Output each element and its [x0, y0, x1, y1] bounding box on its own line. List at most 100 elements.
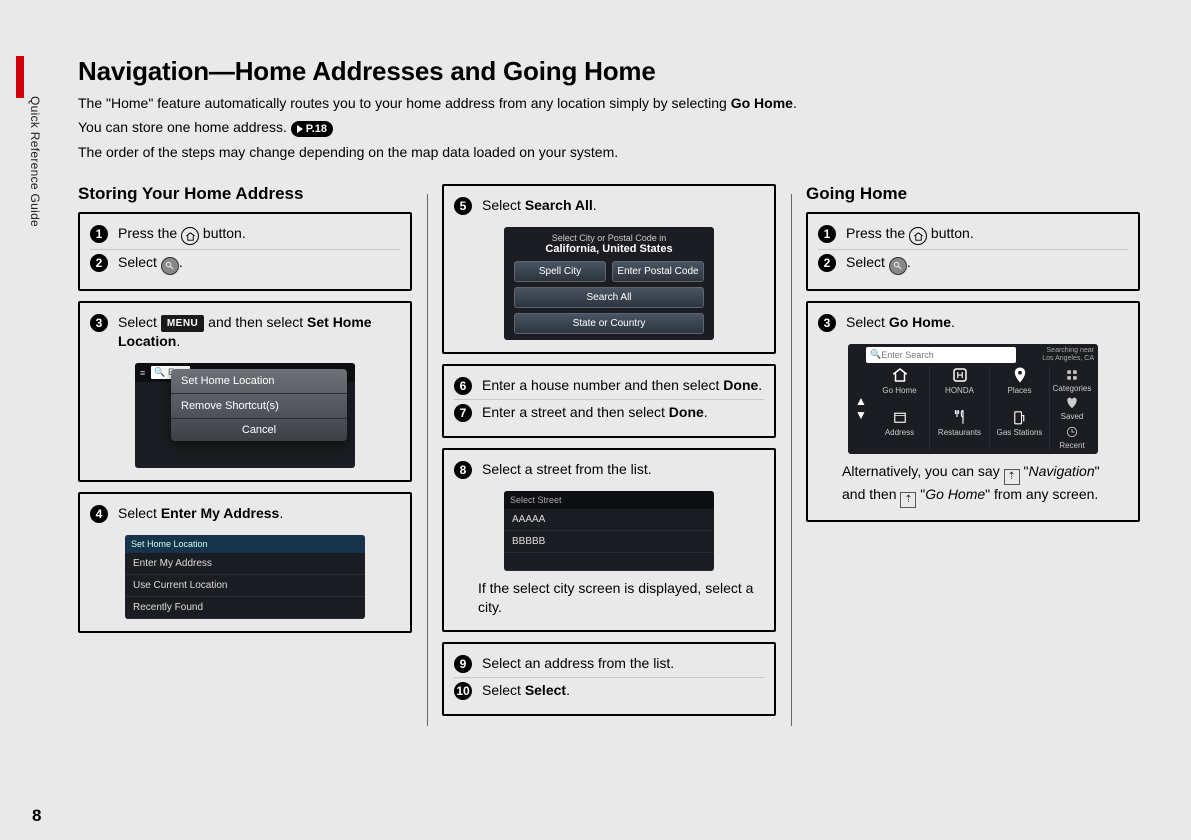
- page-content: Navigation—Home Addresses and Going Home…: [78, 56, 1158, 726]
- gh-step1-a: Press the: [846, 225, 909, 241]
- sim3-cancel: Cancel: [171, 419, 347, 441]
- card-going-home-1-2: 1 Press the button. 2 Select .: [806, 212, 1140, 291]
- search-icon: [161, 257, 179, 275]
- page-ref-pill: P.18: [291, 121, 333, 137]
- column-storing-cont: 5 Select Search All. Select City or Post…: [442, 184, 776, 726]
- card-steps-1-2: 1 Press the button. 2 Select .: [78, 212, 412, 291]
- step5-text-b: .: [593, 197, 597, 213]
- step-number-2: 2: [90, 254, 108, 272]
- voice-icon: ⇡: [900, 492, 916, 508]
- page-title: Navigation—Home Addresses and Going Home: [78, 56, 1158, 87]
- gh-step-2: 2: [818, 254, 836, 272]
- sim-street-list: Select Street AAAAA BBBBB: [504, 491, 714, 571]
- step3-text-b: and then select: [204, 314, 307, 330]
- heading-storing: Storing Your Home Address: [78, 184, 412, 204]
- card-step-5: 5 Select Search All. Select City or Post…: [442, 184, 776, 354]
- sim-going-home-grid: 🔍 Enter Search Searching nearLos Angeles…: [848, 344, 1098, 454]
- step7-bold: Done: [669, 404, 704, 420]
- step1-text-b: button.: [199, 225, 246, 241]
- gh-step2-a: Select: [846, 254, 889, 270]
- step1-text-a: Press the: [118, 225, 181, 241]
- step3-text-a: Select: [118, 314, 161, 330]
- sim5-spell-city: Spell City: [514, 261, 606, 282]
- step6-text-b: .: [758, 377, 762, 393]
- step5-bold: Search All: [525, 197, 593, 213]
- step-number-8: 8: [454, 461, 472, 479]
- sim5-title1: Select City or Postal Code in: [504, 227, 714, 243]
- sim-home-categories: Categories: [1050, 366, 1094, 396]
- intro-block: The "Home" feature automatically routes …: [78, 93, 1158, 162]
- gh-alt-note: Alternatively, you can say ⇡ "Navigation…: [818, 456, 1128, 510]
- sim4-opt-current: Use Current Location: [125, 575, 365, 597]
- step-number-6: 6: [454, 377, 472, 395]
- step-number-5: 5: [454, 197, 472, 215]
- sim4-opt-recent: Recently Found: [125, 597, 365, 619]
- sim8-hdr: Select Street: [504, 491, 714, 509]
- sim3-opt-remove: Remove Shortcut(s): [171, 394, 347, 419]
- step2-text-a: Select: [118, 254, 161, 270]
- step7-text-b: .: [704, 404, 708, 420]
- sim-home-region: Searching nearLos Angeles, CA: [1042, 347, 1094, 362]
- gh-step-1: 1: [818, 225, 836, 243]
- step-number-4: 4: [90, 505, 108, 523]
- step-number-10: 10: [454, 682, 472, 700]
- step-number-9: 9: [454, 655, 472, 673]
- sim4-header: Set Home Location: [125, 535, 365, 553]
- voice-icon: ⇡: [1004, 469, 1020, 485]
- vertical-divider-2: [776, 184, 806, 726]
- menu-chip: MENU: [161, 315, 204, 333]
- sim-home-search: 🔍 Enter Search: [866, 347, 1016, 363]
- step10-bold: Select: [525, 682, 566, 698]
- sim-city-select: Select City or Postal Code in California…: [504, 227, 714, 340]
- sim-home-saved-recent: SavedRecent: [1050, 396, 1094, 450]
- home-button-icon: [909, 227, 927, 245]
- step5-text-a: Select: [482, 197, 525, 213]
- step2-text-b: .: [179, 254, 183, 270]
- home-button-icon: [181, 227, 199, 245]
- side-tab-accent: [16, 56, 24, 98]
- heading-going-home: Going Home: [806, 184, 1140, 204]
- card-step-3: 3 Select MENU and then select Set Home L…: [78, 301, 412, 482]
- sim5-postal: Enter Postal Code: [612, 261, 704, 282]
- step6-text-a: Enter a house number and then select: [482, 377, 723, 393]
- sim8-street-b: BBBBB: [504, 531, 714, 553]
- step4-bold: Enter My Address: [161, 505, 280, 521]
- column-going-home: Going Home 1 Press the button. 2 Select …: [806, 184, 1140, 532]
- sim-home-search-text: Enter Search: [881, 350, 934, 360]
- vertical-divider-1: [412, 184, 442, 726]
- column-storing: Storing Your Home Address 1 Press the bu…: [78, 184, 412, 643]
- gh-step-3: 3: [818, 314, 836, 332]
- step7-text-a: Enter a street and then select: [482, 404, 669, 420]
- step-number-1: 1: [90, 225, 108, 243]
- step9-text: Select an address from the list.: [482, 654, 764, 673]
- gh-step2-b: .: [907, 254, 911, 270]
- intro-line2: You can store one home address.: [78, 119, 287, 135]
- side-section-label: Quick Reference Guide: [28, 96, 42, 227]
- card-going-home-3: 3 Select Go Home. 🔍 Enter Search Searchi…: [806, 301, 1140, 522]
- step8-note: If the select city screen is displayed, …: [454, 573, 764, 620]
- sim-home-gohome: Go Home: [870, 366, 930, 396]
- intro-gohome-term: Go Home: [731, 95, 793, 111]
- step10-text-b: .: [566, 682, 570, 698]
- sim-home-gas: Gas Stations: [990, 396, 1050, 450]
- sim-set-home-menu: ≡🔍 Ente Set Home Location Remove Shortcu…: [135, 363, 355, 468]
- gh-step3-bold: Go Home: [889, 314, 951, 330]
- search-icon: [889, 257, 907, 275]
- gh-step3-b: .: [951, 314, 955, 330]
- alt-gohome-term: Go Home: [925, 486, 985, 502]
- intro-line1c: .: [793, 95, 797, 111]
- sim8-street-a: AAAAA: [504, 509, 714, 531]
- step-number-3: 3: [90, 314, 108, 332]
- step4-text-b: .: [279, 505, 283, 521]
- step4-text-a: Select: [118, 505, 161, 521]
- sim-home-honda: HONDA: [930, 366, 990, 396]
- gh-step1-b: button.: [927, 225, 974, 241]
- sim5-title2: California, United States: [504, 243, 714, 261]
- step-number-7: 7: [454, 404, 472, 422]
- step3-text-c: .: [176, 333, 180, 349]
- card-steps-6-7: 6 Enter a house number and then select D…: [442, 364, 776, 438]
- card-step-4: 4 Select Enter My Address. Set Home Loca…: [78, 492, 412, 633]
- step6-bold: Done: [723, 377, 758, 393]
- card-steps-9-10: 9 Select an address from the list. 10 Se…: [442, 642, 776, 716]
- sim-home-arrows: ▲▼: [852, 366, 870, 450]
